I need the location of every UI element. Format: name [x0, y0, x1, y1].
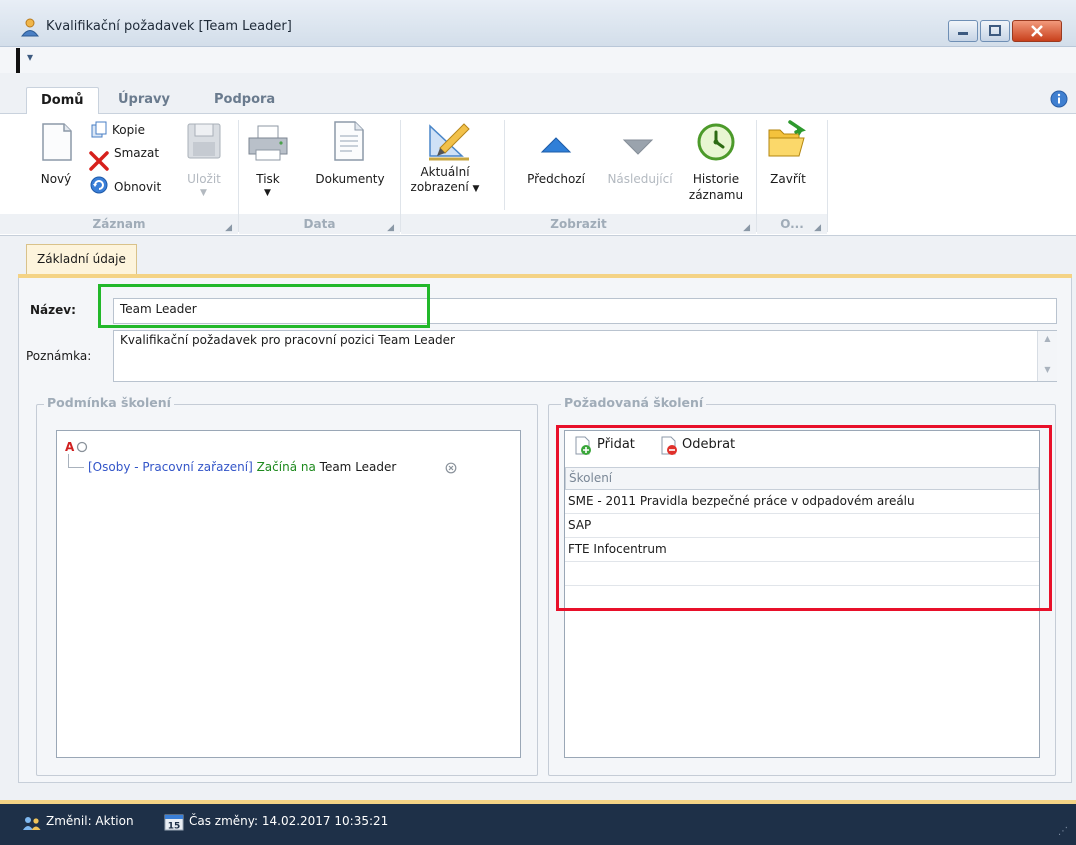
resize-grip-icon[interactable]: ⋰ [1058, 826, 1068, 837]
current-view-dropdown-icon: ▼ [472, 184, 480, 194]
close-window-button[interactable] [1012, 20, 1062, 42]
current-view-label-1[interactable]: Aktuální [408, 165, 482, 180]
group-launcher-icon[interactable]: ◢ [387, 218, 394, 238]
name-label: Název: [30, 303, 76, 317]
copy-icon [90, 121, 108, 139]
close-button[interactable]: Zavřít [766, 172, 810, 187]
note-text: Kvalifikační požadavek pro pracovní pozi… [120, 333, 455, 347]
remove-condition-icon[interactable] [445, 462, 457, 474]
group-other: O... ◢ [757, 214, 827, 234]
svg-text:15: 15 [168, 822, 181, 832]
history-label-1[interactable]: Historie [686, 172, 746, 187]
qat-dropdown-icon[interactable]: ▾ [27, 50, 33, 64]
tab-home[interactable]: Domů [26, 87, 99, 114]
documents-icon [332, 120, 366, 162]
current-view-label-2: zobrazení [410, 180, 469, 194]
printer-icon [246, 124, 290, 162]
condition-root-letter[interactable]: A [65, 440, 74, 454]
condition-operator[interactable]: Začíná na [257, 460, 316, 474]
print-button[interactable]: Tisk [251, 172, 285, 187]
info-icon[interactable] [1050, 90, 1068, 108]
note-scrollbar[interactable]: ▲ ▼ [1037, 331, 1057, 381]
current-view-button[interactable]: zobrazení ▼ [404, 180, 486, 197]
arrow-up-icon [540, 136, 572, 154]
condition-row[interactable]: [Osoby - Pracovní zařazení] Začíná na Te… [88, 460, 396, 474]
group-data: Data ◢ [239, 214, 400, 234]
note-textarea[interactable]: Kvalifikační požadavek pro pracovní pozi… [113, 330, 1057, 382]
users-icon [22, 815, 42, 831]
delete-button[interactable]: Smazat [114, 146, 159, 161]
ribbon-separator [827, 120, 828, 232]
required-trainings-legend: Požadovaná školení [561, 395, 707, 410]
condition-editor[interactable] [56, 430, 521, 758]
exit-folder-icon [766, 118, 808, 160]
quick-access-toolbar [0, 47, 1076, 73]
documents-button[interactable]: Dokumenty [308, 172, 392, 187]
window-title: Kvalifikační požadavek [Team Leader] [46, 19, 292, 34]
note-label: Poznámka: [26, 349, 92, 363]
tab-basic-info[interactable]: Základní údaje [26, 244, 137, 275]
group-view: Zobrazit ◢ [401, 214, 756, 234]
group-launcher-icon[interactable]: ◢ [814, 218, 821, 238]
scroll-up-icon[interactable]: ▲ [1038, 334, 1057, 343]
view-ruler-pencil-icon [426, 120, 472, 162]
tree-line [68, 454, 69, 468]
group-view-label: Zobrazit [550, 217, 607, 231]
arrow-down-icon [622, 138, 654, 156]
refresh-icon [89, 175, 109, 195]
add-condition-circle-icon[interactable] [76, 441, 88, 453]
app-user-icon [20, 17, 40, 37]
save-dropdown-icon[interactable]: ▼ [200, 188, 207, 198]
tab-edit[interactable]: Úpravy [104, 87, 184, 114]
scroll-down-icon[interactable]: ▼ [1038, 365, 1057, 374]
group-other-label: O... [780, 217, 804, 231]
changed-time-text: Čas změny: 14.02.2017 10:35:21 [189, 814, 389, 828]
history-label-2[interactable]: záznamu [686, 188, 746, 203]
group-launcher-icon[interactable]: ◢ [225, 218, 232, 238]
group-record-label: Záznam [92, 217, 146, 231]
group-data-label: Data [303, 217, 336, 231]
save-button[interactable]: Uložit [182, 172, 226, 187]
maximize-button[interactable] [980, 20, 1010, 42]
status-bar [0, 800, 1076, 845]
tree-line [68, 467, 84, 468]
history-clock-icon [696, 122, 736, 162]
calendar-icon: 15 [164, 813, 184, 831]
changed-by-text: Změnil: Aktion [46, 814, 134, 828]
copy-button[interactable]: Kopie [112, 123, 145, 138]
new-document-icon [40, 122, 74, 162]
group-record: Záznam ◢ [0, 214, 238, 234]
save-disk-icon [186, 122, 222, 160]
tab-support[interactable]: Podpora [200, 87, 289, 114]
new-button[interactable]: Nový [30, 172, 82, 187]
delete-x-icon [88, 150, 110, 172]
ribbon-separator [504, 120, 505, 210]
minimize-button[interactable] [948, 20, 978, 42]
condition-field[interactable]: [Osoby - Pracovní zařazení] [88, 460, 253, 474]
previous-button[interactable]: Předchozí [516, 172, 596, 187]
condition-legend: Podmínka školení [44, 395, 174, 410]
next-button[interactable]: Následující [600, 172, 680, 187]
highlight-name-box [98, 284, 430, 328]
condition-value[interactable]: Team Leader [320, 460, 397, 474]
group-launcher-icon[interactable]: ◢ [743, 218, 750, 238]
refresh-button[interactable]: Obnovit [114, 180, 161, 195]
print-dropdown-icon[interactable]: ▼ [264, 188, 271, 198]
highlight-trainings-box [556, 425, 1052, 611]
